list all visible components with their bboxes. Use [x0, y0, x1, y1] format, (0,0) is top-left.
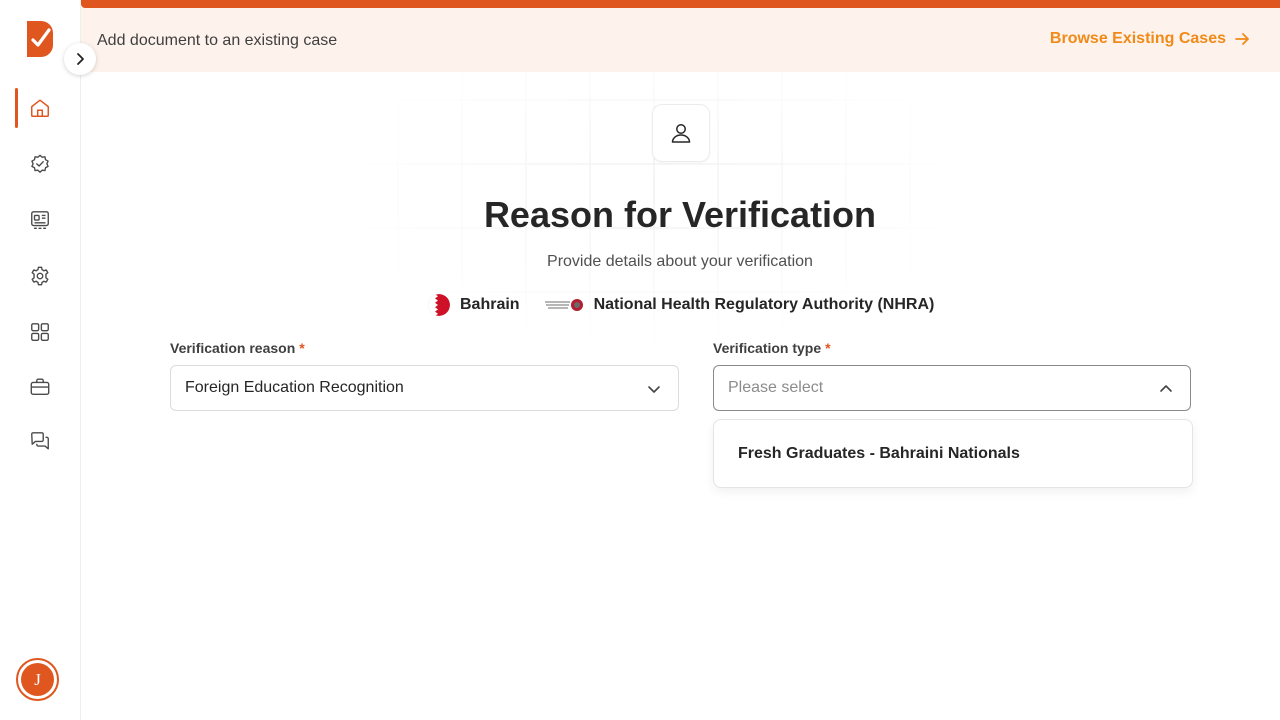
arrow-right-icon [1235, 33, 1249, 45]
verification-context: Bahrain National Health Regulatory Autho… [428, 293, 934, 317]
apps-grid-icon [31, 323, 49, 341]
dropdown-option[interactable]: Fresh Graduates - Bahraini Nationals [714, 420, 1192, 487]
bahrain-flag-icon [428, 294, 450, 316]
verified-badge-icon [31, 154, 49, 173]
browse-label: Browse Existing Cases [1049, 30, 1226, 47]
existing-case-banner: Add document to an existing case Browse … [81, 8, 1280, 72]
sidebar-item-home[interactable] [0, 88, 80, 128]
user-icon-box [652, 104, 710, 162]
verification-type-dropdown: Fresh Graduates - Bahraini Nationals [713, 419, 1193, 488]
sidebar-item-messages[interactable] [0, 421, 80, 461]
user-avatar-button[interactable]: J [16, 658, 59, 701]
app-logo[interactable] [27, 21, 53, 57]
verification-reason-select[interactable]: Foreign Education Recognition [170, 365, 679, 411]
user-icon [671, 124, 691, 143]
avatar: J [21, 663, 54, 696]
country-name: Bahrain [460, 296, 520, 313]
sidebar: J [0, 0, 81, 720]
briefcase-icon [30, 378, 50, 396]
sidebar-item-apps[interactable] [0, 312, 80, 352]
authority-name: National Health Regulatory Authority (NH… [593, 296, 935, 313]
home-icon [31, 99, 49, 117]
top-accent-bar [81, 0, 1280, 8]
chevron-down-icon [648, 386, 660, 393]
chevron-right-icon [77, 53, 84, 65]
page-subtitle: Provide details about your verification [547, 253, 813, 270]
verification-reason-label: Verification reason * [170, 340, 305, 356]
page-title: Reason for Verification [483, 194, 877, 235]
verification-type-placeholder: Please select [728, 379, 824, 396]
verification-type-label: Verification type * [713, 340, 831, 356]
sidebar-item-verifications[interactable] [0, 144, 80, 184]
nhra-logo [544, 299, 583, 311]
banner-text: Add document to an existing case [97, 32, 338, 49]
verification-reason-value: Foreign Education Recognition [185, 379, 404, 396]
verification-type-select[interactable]: Please select [713, 365, 1191, 411]
browse-existing-cases-link[interactable]: Browse Existing Cases [1050, 30, 1250, 48]
chat-icon [31, 432, 49, 450]
sidebar-item-cases[interactable] [0, 367, 80, 407]
chevron-up-icon [1160, 385, 1172, 392]
expand-sidebar-button[interactable] [64, 43, 96, 75]
